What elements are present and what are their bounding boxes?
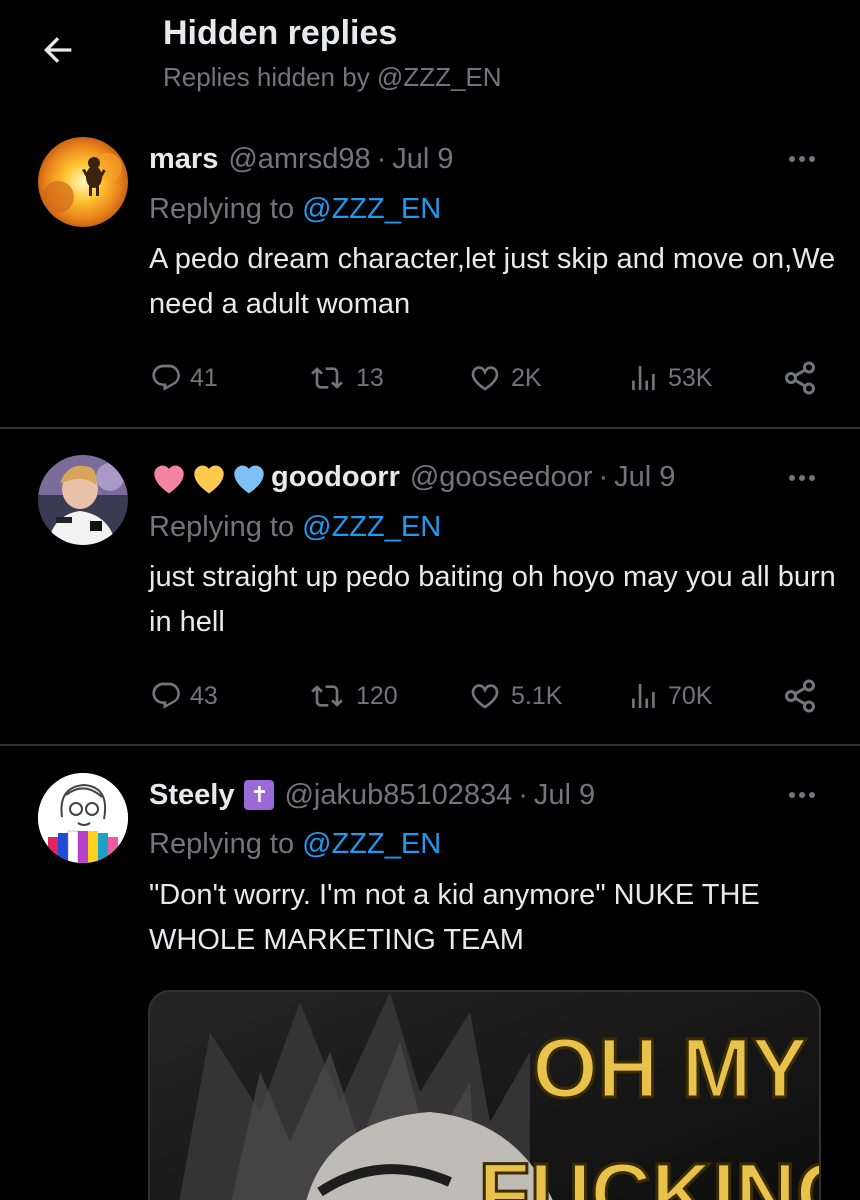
name-emojis xyxy=(149,459,269,495)
like-button[interactable]: 2K xyxy=(467,358,542,398)
page-title: Hidden replies xyxy=(163,14,398,52)
tweet-header: mars @amrsd98 · Jul 9 xyxy=(149,139,454,179)
avatar-image xyxy=(38,455,128,545)
yellow-heart-icon xyxy=(194,465,224,494)
replying-to-label: Replying to xyxy=(149,828,295,860)
tweet-media[interactable]: OH MY FUCKING xyxy=(148,990,821,1200)
divider xyxy=(0,427,860,429)
blue-heart-icon xyxy=(234,465,264,494)
reply-button[interactable]: 43 xyxy=(150,676,218,716)
tweet-header: Steely ✝ @jakub85102834 · Jul 9 xyxy=(149,775,595,815)
repost-button[interactable]: 13 xyxy=(306,358,384,398)
replying-to: Replying to @ZZZ_EN xyxy=(149,828,441,861)
views-icon xyxy=(632,366,655,390)
avatar[interactable] xyxy=(38,773,128,863)
reply-icon xyxy=(152,364,180,391)
mention-link[interactable]: @ZZZ_EN xyxy=(302,511,441,543)
like-icon xyxy=(471,366,499,391)
more-button[interactable] xyxy=(780,780,824,810)
mention-link[interactable]: @ZZZ_EN xyxy=(302,193,441,225)
more-icon xyxy=(789,156,795,162)
views-icon xyxy=(632,684,655,708)
views-count: 70K xyxy=(668,681,713,710)
repost-button[interactable]: 120 xyxy=(306,676,398,716)
back-button[interactable] xyxy=(36,28,80,72)
user-handle[interactable]: @gooseedoor xyxy=(410,461,593,494)
more-button[interactable] xyxy=(780,144,824,174)
avatar[interactable] xyxy=(38,137,128,227)
divider xyxy=(0,744,860,746)
cross-icon: ✝ xyxy=(244,780,275,810)
tweet-actions: 41 13 2K 53K xyxy=(0,358,860,398)
mention-link[interactable]: @ZZZ_EN xyxy=(302,828,441,860)
like-button[interactable]: 5.1K xyxy=(467,676,562,716)
views-button[interactable]: 53K xyxy=(626,358,712,398)
tweet-header: goodoorr @gooseedoor · Jul 9 xyxy=(149,457,675,497)
meme-caption-line2: FUCKING xyxy=(479,1146,821,1200)
repost-count: 13 xyxy=(356,363,384,392)
repost-icon xyxy=(311,685,343,707)
display-name[interactable]: Steely xyxy=(149,779,234,812)
views-count: 53K xyxy=(668,363,713,392)
like-icon xyxy=(471,684,499,709)
avatar[interactable] xyxy=(38,455,128,545)
header: Hidden replies Replies hidden by @ZZZ_EN xyxy=(0,0,860,110)
more-button[interactable] xyxy=(780,463,824,493)
reply-icon xyxy=(152,682,180,709)
repost-count: 120 xyxy=(356,681,398,710)
tweet-date[interactable]: Jul 9 xyxy=(392,143,453,176)
more-icon xyxy=(789,792,795,798)
like-count: 5.1K xyxy=(511,681,563,710)
meme-image: OH MY FUCKING xyxy=(150,992,821,1200)
display-name[interactable]: mars xyxy=(149,143,218,176)
user-handle[interactable]: @amrsd98 xyxy=(228,143,370,176)
reply-count: 43 xyxy=(190,681,218,710)
repost-icon xyxy=(311,367,343,389)
tweet-text: "Don't worry. I'm not a kid anymore" NUK… xyxy=(149,879,760,956)
more-icon xyxy=(789,475,795,481)
tweet-date[interactable]: Jul 9 xyxy=(614,461,675,494)
tweet-date[interactable]: Jul 9 xyxy=(534,779,595,812)
pink-heart-icon xyxy=(154,465,184,494)
share-icon xyxy=(785,679,815,713)
back-arrow-icon xyxy=(44,37,72,63)
tweet-actions: 43 120 5.1K 70K xyxy=(0,676,860,716)
views-button[interactable]: 70K xyxy=(626,676,712,716)
avatar-image xyxy=(38,773,128,863)
meme-caption-line1: OH MY xyxy=(532,1021,807,1115)
user-handle[interactable]: @jakub85102834 xyxy=(284,779,512,812)
replying-to: Replying to @ZZZ_EN xyxy=(149,511,441,544)
separator: · xyxy=(376,142,387,175)
share-button[interactable] xyxy=(782,676,818,716)
like-count: 2K xyxy=(511,363,542,392)
page-subtitle: Replies hidden by @ZZZ_EN xyxy=(163,62,502,92)
separator: · xyxy=(518,778,528,811)
reply-count: 41 xyxy=(190,363,218,392)
reply-button[interactable]: 41 xyxy=(150,358,218,398)
share-icon xyxy=(785,361,815,395)
share-button[interactable] xyxy=(782,358,818,398)
display-name[interactable]: goodoorr xyxy=(271,461,400,494)
tweet-text: A pedo dream character,let just skip and… xyxy=(149,243,836,320)
replying-to-label: Replying to xyxy=(149,511,295,543)
separator: · xyxy=(598,460,609,493)
tweet-text: just straight up pedo baiting oh hoyo ma… xyxy=(149,561,836,638)
avatar-image xyxy=(38,137,128,227)
replying-to-label: Replying to xyxy=(149,193,295,225)
replying-to: Replying to @ZZZ_EN xyxy=(149,193,441,226)
